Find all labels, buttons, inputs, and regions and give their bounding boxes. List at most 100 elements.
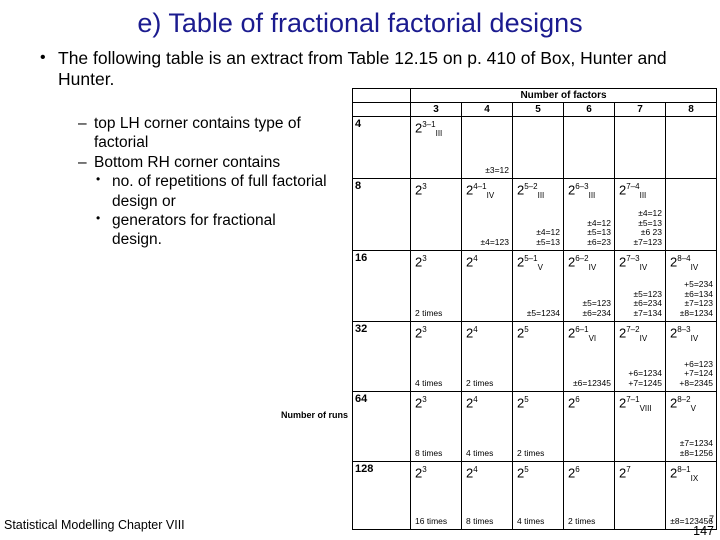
slide: e) Table of fractional factorial designs…: [0, 0, 720, 540]
sub-bullet-list: – top LH corner contains type of factori…: [78, 114, 328, 250]
table-cell: 26–2IV ±5=123 ±6=234: [563, 250, 615, 322]
cell-note: 8 times: [466, 516, 494, 527]
design-label: 24: [466, 254, 478, 270]
cell-note: 4 times: [517, 516, 545, 527]
footer-right: 7 147: [693, 514, 714, 538]
design-label: 28–2V: [670, 395, 696, 413]
sub-sub-bullet-item-2: • generators for fractional design.: [78, 211, 328, 250]
design-label: 25–2III: [517, 182, 545, 200]
col-header-5: 5: [512, 102, 564, 117]
design-label: 28–1IX: [670, 465, 699, 483]
table-cell: 28–4IV +5=234 ±6=134 ±7=123 ±8=1234: [665, 250, 717, 322]
sub-bullet-text-1: top LH corner contains type of factorial: [94, 115, 301, 152]
table-cell: [665, 178, 717, 251]
dash-marker: –: [78, 115, 87, 132]
design-label: 25: [517, 395, 529, 411]
design-label: 24: [466, 325, 478, 341]
design-label: 23: [415, 395, 427, 411]
design-label: 23–1III: [415, 120, 443, 138]
table-cell: 25 2 times: [512, 391, 564, 462]
table-cell: 23 4 times: [410, 321, 462, 392]
table-cell: [512, 116, 564, 179]
design-label: 27: [619, 465, 631, 481]
table-cell: ±3=12: [461, 116, 513, 179]
design-label: 26: [568, 395, 580, 411]
cell-note: 4 times: [415, 378, 443, 389]
col-header-8: 8: [665, 102, 717, 117]
row-caption: Number of runs: [280, 410, 348, 420]
table-cell: 24 4 times: [461, 391, 513, 462]
bullet-marker: •: [96, 172, 101, 187]
cell-note: ±4=12 ±5=13 ±6=23: [587, 217, 611, 248]
table-cell: 27–1VIII: [614, 391, 666, 462]
sub-bullet-text-2: Bottom RH corner contains: [94, 153, 281, 171]
row-header-128: 128: [352, 461, 411, 530]
cell-note: +5=234 ±6=134 ±7=123 ±8=1234: [679, 278, 713, 319]
design-label: 26–3III: [568, 182, 596, 200]
bullet-marker: •: [40, 49, 46, 66]
cell-note: ±4=12 ±5=13: [536, 227, 560, 248]
design-label: 23: [415, 465, 427, 481]
design-label: 24–1IV: [466, 182, 495, 200]
bullet-marker: •: [96, 210, 101, 225]
cell-note: ±5=1234: [526, 308, 560, 319]
col-header-6: 6: [563, 102, 615, 117]
table-cell: 23 16 times: [410, 461, 462, 530]
design-label: 25–1V: [517, 254, 543, 272]
table-cell: [563, 116, 615, 179]
col-header-7: 7: [614, 102, 666, 117]
design-label: 23: [415, 182, 427, 198]
cell-note: 4 times: [466, 448, 494, 459]
design-label: 26: [568, 465, 580, 481]
bullet-item: • The following table is an extract from…: [36, 48, 716, 91]
column-caption: Number of factors: [410, 88, 717, 103]
cell-note: 8 times: [415, 448, 443, 459]
table-cell: 26: [563, 391, 615, 462]
table-corner-blank: [352, 88, 411, 103]
table-cell: 28–2V ±7=1234 ±8=1256: [665, 391, 717, 462]
design-label: 26–1VI: [568, 325, 597, 343]
fractional-factorial-table: Number of factors 3 4 5 6 7 8 4 23–1III …: [281, 88, 717, 530]
design-label: 24: [466, 395, 478, 411]
table-cell: 25: [512, 321, 564, 392]
design-label: 23: [415, 254, 427, 270]
table-cell: [614, 116, 666, 179]
table-cell: 23 8 times: [410, 391, 462, 462]
table-cell: 24 2 times: [461, 321, 513, 392]
table-cell: 23–1III: [410, 116, 462, 179]
cell-note: +6=1234 +7=1245: [628, 368, 662, 389]
table-cell: 24 8 times: [461, 461, 513, 530]
table-cell: 27–4III ±4=12 ±5=13 ±6 23 ±7=123: [614, 178, 666, 251]
cell-note: ±6=12345: [573, 378, 611, 389]
cell-note: ±3=12: [485, 165, 509, 176]
table-cell: 27: [614, 461, 666, 530]
design-label: 28–3IV: [670, 325, 699, 343]
sub-sub-bullet-item-1: • no. of repetitions of full factorial d…: [78, 172, 328, 211]
design-label: 25: [517, 325, 529, 341]
design-label: 25: [517, 465, 529, 481]
table-cell: 25 4 times: [512, 461, 564, 530]
row-header-4: 4: [352, 116, 411, 179]
cell-note: 2 times: [415, 308, 443, 319]
sub-sub-bullet-text-2: generators for fractional design.: [112, 211, 276, 249]
col-header-3: 3: [410, 102, 462, 117]
table-cell: 23: [410, 178, 462, 251]
table-cell: 28–3IV +6=123 +7=124 +8=2345: [665, 321, 717, 392]
design-label: 24: [466, 465, 478, 481]
sub-bullet-item-1: – top LH corner contains type of factori…: [78, 114, 328, 153]
page-number: 147: [693, 523, 714, 538]
row-header-64: 64: [352, 391, 411, 462]
table-cell: 24–1IV ±4=123: [461, 178, 513, 251]
design-label: 28–4IV: [670, 254, 699, 272]
cell-note: ±5=123 ±6=234: [582, 298, 611, 319]
col-header-4: 4: [461, 102, 513, 117]
footer-left: Statistical Modelling Chapter VIII: [4, 518, 185, 532]
table-cell: 26–3III ±4=12 ±5=13 ±6=23: [563, 178, 615, 251]
design-label: 23: [415, 325, 427, 341]
design-label: 27–4III: [619, 182, 647, 200]
table-cell: 27–2IV +6=1234 +7=1245: [614, 321, 666, 392]
table-cell: 26–1VI ±6=12345: [563, 321, 615, 392]
table-cell: 25–1V ±5=1234: [512, 250, 564, 322]
cell-note: ±5=123 ±6=234 ±7=134: [633, 288, 662, 319]
cell-note: ±4=12 ±5=13 ±6 23 ±7=123: [633, 207, 662, 248]
